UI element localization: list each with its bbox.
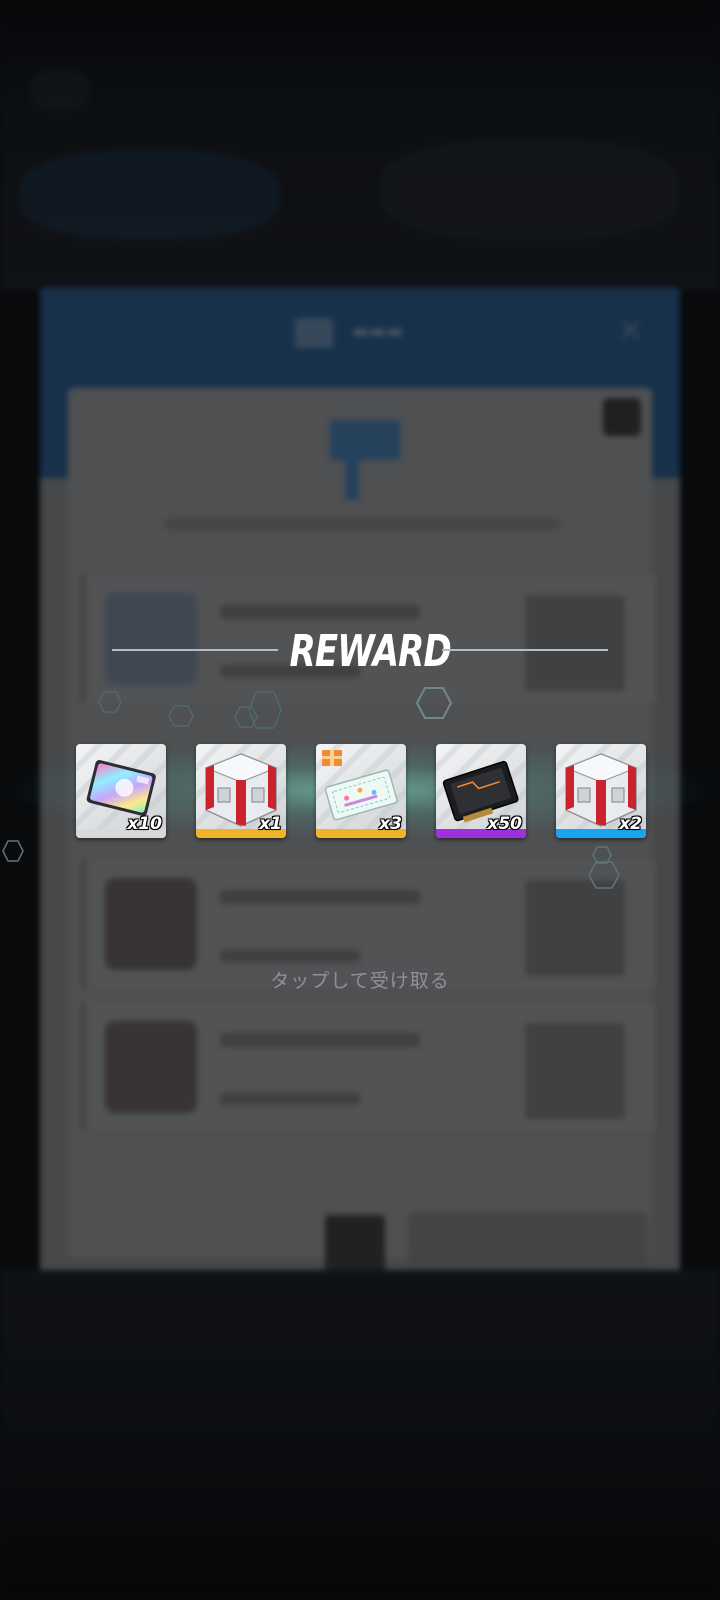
hexagon-icon [2,840,24,862]
reward-item-crate[interactable]: x2 [556,744,646,838]
reward-title: REWARD [289,626,451,677]
hexagon-icon [168,705,194,727]
divider-right [442,649,608,651]
hexagon-icon [416,687,452,719]
hexagon-icon [98,691,122,713]
hexagon-icon [588,861,620,889]
item-quantity: x2 [619,814,642,834]
reward-header: REWARD [0,620,720,680]
reward-item-gift-ticket[interactable]: x3 [316,744,406,838]
divider-left [112,649,278,651]
tap-to-receive-hint: タップして受け取る [270,970,450,992]
hexagon-icon [248,691,282,729]
item-quantity: x3 [379,814,402,834]
reward-item-list: x10 x1 x3 x50 x2 [0,744,720,840]
item-quantity: x50 [487,814,522,834]
reward-item-holo-card[interactable]: x10 [76,744,166,838]
reward-item-crate[interactable]: x1 [196,744,286,838]
item-quantity: x10 [127,814,162,834]
reward-item-data-chip[interactable]: x50 [436,744,526,838]
item-quantity: x1 [259,814,282,834]
